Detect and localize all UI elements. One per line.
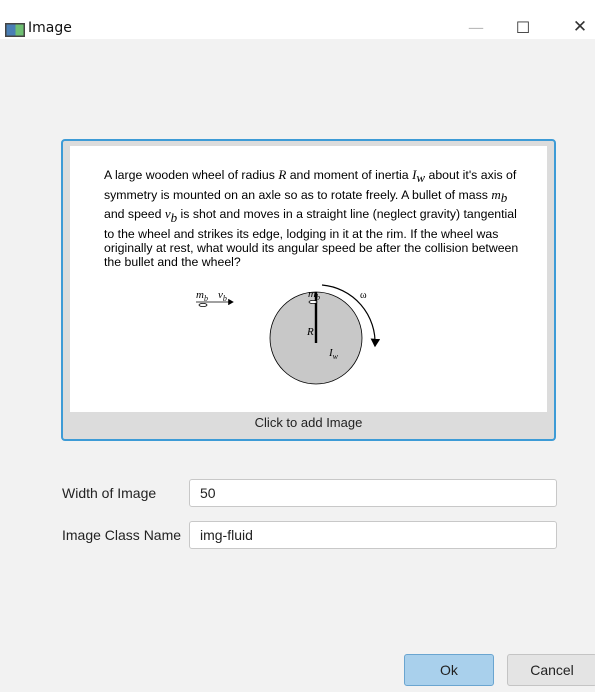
image-app-icon — [5, 23, 25, 37]
maximize-button[interactable]: ☐ — [503, 16, 543, 38]
ok-button[interactable]: Ok — [404, 654, 494, 686]
wheel-bullet-diagram: mb vb mb R Iw ω — [196, 284, 381, 385]
add-image-label[interactable]: Click to add Image — [63, 415, 554, 430]
image-preview: A large wooden wheel of radius R and mom… — [70, 146, 547, 412]
bullet-shape — [198, 302, 208, 307]
width-label: Width of Image — [62, 485, 157, 501]
radius-label: R — [306, 326, 314, 338]
title-bar: Image — ☐ ✕ — [0, 0, 595, 39]
bullet-mass-label: mb — [196, 289, 208, 303]
omega-label: ω — [360, 290, 367, 301]
window-title: Image — [28, 20, 72, 36]
minimize-icon: — — [468, 17, 484, 37]
width-input[interactable] — [189, 479, 557, 507]
bullet-speed-label: vb — [218, 289, 227, 303]
maximize-icon: ☐ — [515, 17, 531, 37]
close-icon: ✕ — [572, 17, 588, 37]
class-name-label: Image Class Name — [62, 527, 182, 543]
rim-mass-label: mb — [308, 288, 320, 302]
embedded-bullet — [308, 299, 318, 304]
close-button[interactable]: ✕ — [560, 16, 595, 38]
image-drop-panel[interactable]: A large wooden wheel of radius R and mom… — [61, 139, 556, 441]
class-name-input[interactable] — [189, 521, 557, 549]
minimize-button[interactable]: — — [456, 16, 496, 38]
cancel-button[interactable]: Cancel — [507, 654, 595, 686]
